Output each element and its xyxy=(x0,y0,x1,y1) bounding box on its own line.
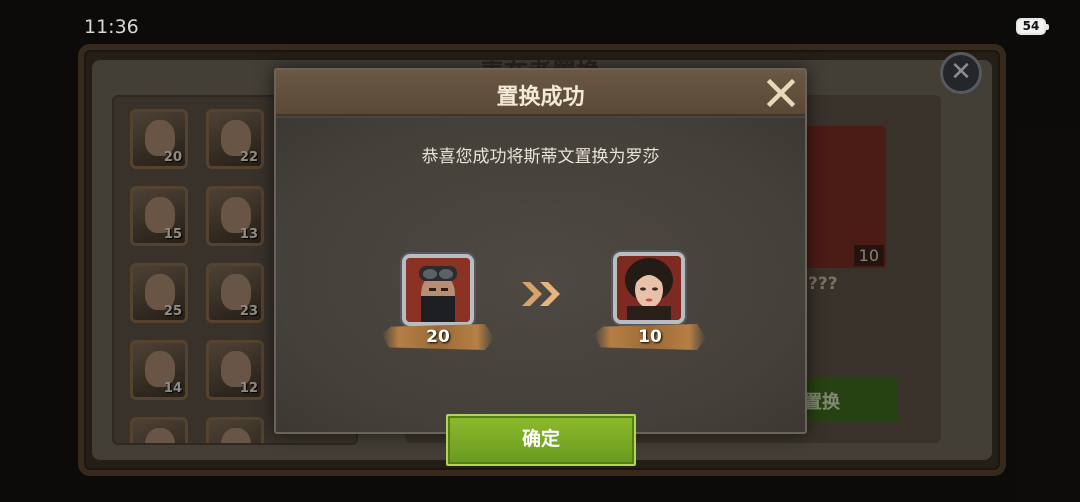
from-hero-portrait xyxy=(402,254,474,326)
swap-message: 恭喜您成功将斯蒂文置换为罗莎 xyxy=(421,147,660,167)
from-hero-count: 20 xyxy=(426,327,450,347)
masked-soldier-icon xyxy=(406,258,470,322)
to-hero-portrait xyxy=(613,252,685,324)
double-chevron-right-icon xyxy=(522,282,560,306)
dialog-header: 置换成功 xyxy=(276,70,805,116)
confirm-button-label: 确定 xyxy=(521,428,560,450)
female-hero-icon xyxy=(617,256,681,320)
dialog-body: 恭喜您成功将斯蒂文置换为罗莎 20 10 确定 xyxy=(276,118,805,466)
game-screen: 11:36 54 表在者置换 20 22 15 13 25 23 14 12 1… xyxy=(0,0,1080,502)
to-hero-count: 10 xyxy=(638,327,662,347)
close-icon[interactable] xyxy=(764,76,798,110)
status-time: 11:36 xyxy=(84,16,139,38)
battery-icon: 54 xyxy=(1016,18,1049,35)
confirm-button[interactable]: 确定 xyxy=(446,414,636,466)
swap-success-dialog: 置换成功 恭喜您成功将斯蒂文置换为罗莎 20 10 确定 xyxy=(274,68,807,466)
dialog-title: 置换成功 xyxy=(496,85,585,110)
